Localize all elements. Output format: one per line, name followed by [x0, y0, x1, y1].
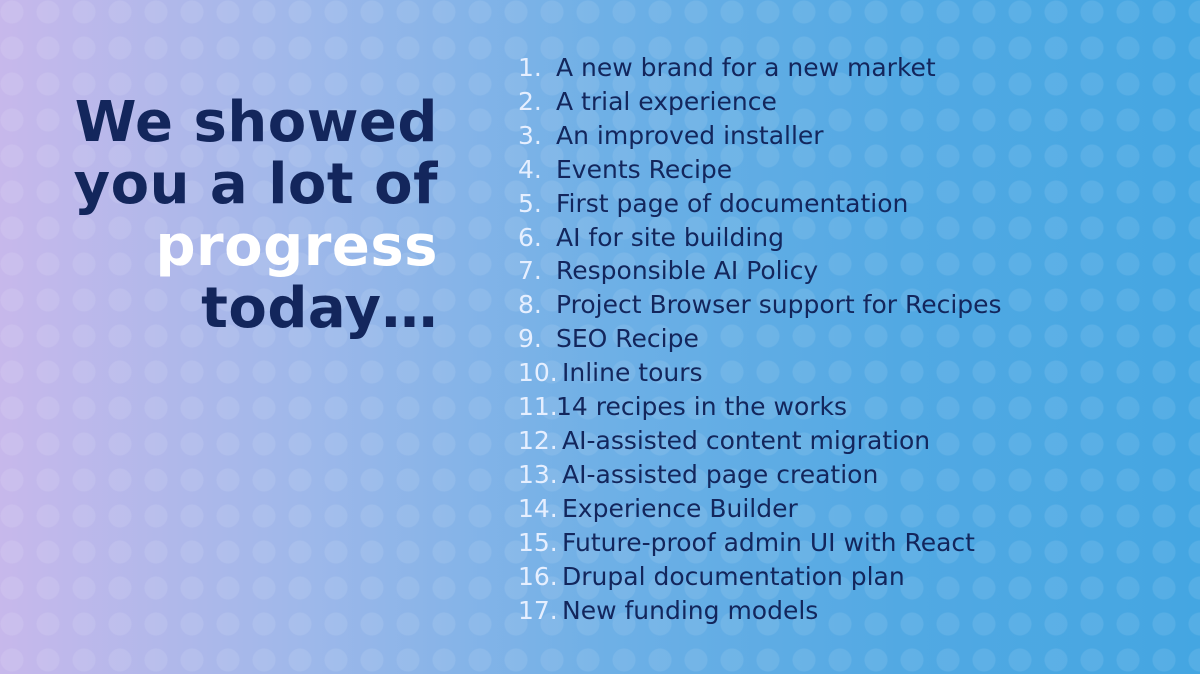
- item-text: Responsible AI Policy: [556, 256, 819, 286]
- item-text: AI-assisted page creation: [562, 459, 879, 489]
- item-number: 10.: [518, 358, 558, 388]
- item-text: Future-proof admin UI with React: [562, 527, 975, 557]
- item-text: A new brand for a new market: [556, 53, 936, 82]
- list-item: 7. Responsible AI Policy: [518, 254, 1002, 288]
- item-number: 16.: [518, 561, 558, 591]
- item-text: 14 recipes in the works: [556, 392, 848, 422]
- slide-headline: We showed you a lot of progress today…: [74, 92, 438, 340]
- item-number: 6.: [518, 222, 542, 252]
- item-number: 3.: [518, 120, 542, 150]
- list-item: 10. Inline tours: [518, 356, 1002, 390]
- list-item: 1. A new brand for a new market: [518, 51, 1002, 85]
- item-text: Experience Builder: [562, 493, 798, 523]
- item-text: Inline tours: [562, 358, 703, 388]
- item-number: 11.: [518, 392, 558, 422]
- headline-line-2: you a lot of: [73, 152, 438, 217]
- headline-highlight: progress: [155, 214, 438, 279]
- item-text: First page of documentation: [556, 188, 909, 218]
- headline-line-4: today…: [201, 276, 438, 341]
- item-number: 2.: [518, 86, 542, 116]
- item-number: 15.: [518, 527, 558, 557]
- item-text: An improved installer: [556, 120, 824, 150]
- item-number: 1.: [518, 53, 542, 82]
- item-text: AI-assisted content migration: [562, 425, 931, 455]
- item-number: 7.: [518, 256, 542, 286]
- list-item: 16. Drupal documentation plan: [518, 560, 1002, 594]
- item-text: AI for site building: [556, 222, 784, 252]
- item-text: Events Recipe: [556, 154, 733, 184]
- item-text: SEO Recipe: [556, 324, 699, 354]
- list-item: 8. Project Browser support for Recipes: [518, 288, 1002, 322]
- list-item: 4. Events Recipe: [518, 153, 1002, 187]
- item-number: 17.: [518, 595, 558, 625]
- list-item: 9. SEO Recipe: [518, 322, 1002, 356]
- list-item: 5. First page of documentation: [518, 187, 1002, 221]
- progress-list: 1. A new brand for a new market 2. A trial…: [518, 51, 1002, 627]
- list-item: 2. A trial experience: [518, 85, 1002, 119]
- item-text: New funding models: [562, 595, 819, 625]
- item-text: A trial experience: [556, 86, 777, 116]
- headline-line-1: We showed: [74, 90, 438, 155]
- list-item: 13. AI-assisted page creation: [518, 458, 1002, 492]
- list-item: 17. New funding models: [518, 594, 1002, 628]
- item-number: 5.: [518, 188, 542, 218]
- list-item: 12. AI-assisted content migration: [518, 424, 1002, 458]
- list-item: 15. Future-proof admin UI with React: [518, 526, 1002, 560]
- item-number: 14.: [518, 493, 558, 523]
- item-number: 8.: [518, 290, 542, 320]
- item-text: Project Browser support for Recipes: [556, 290, 1002, 320]
- item-number: 13.: [518, 459, 558, 489]
- list-item: 3. An improved installer: [518, 119, 1002, 153]
- list-item: 14. Experience Builder: [518, 492, 1002, 526]
- item-number: 4.: [518, 154, 542, 184]
- item-text: Drupal documentation plan: [562, 561, 905, 591]
- item-number: 12.: [518, 425, 558, 455]
- item-number: 9.: [518, 324, 542, 354]
- list-item: 11. 14 recipes in the works: [518, 390, 1002, 424]
- list-item: 6. AI for site building: [518, 221, 1002, 255]
